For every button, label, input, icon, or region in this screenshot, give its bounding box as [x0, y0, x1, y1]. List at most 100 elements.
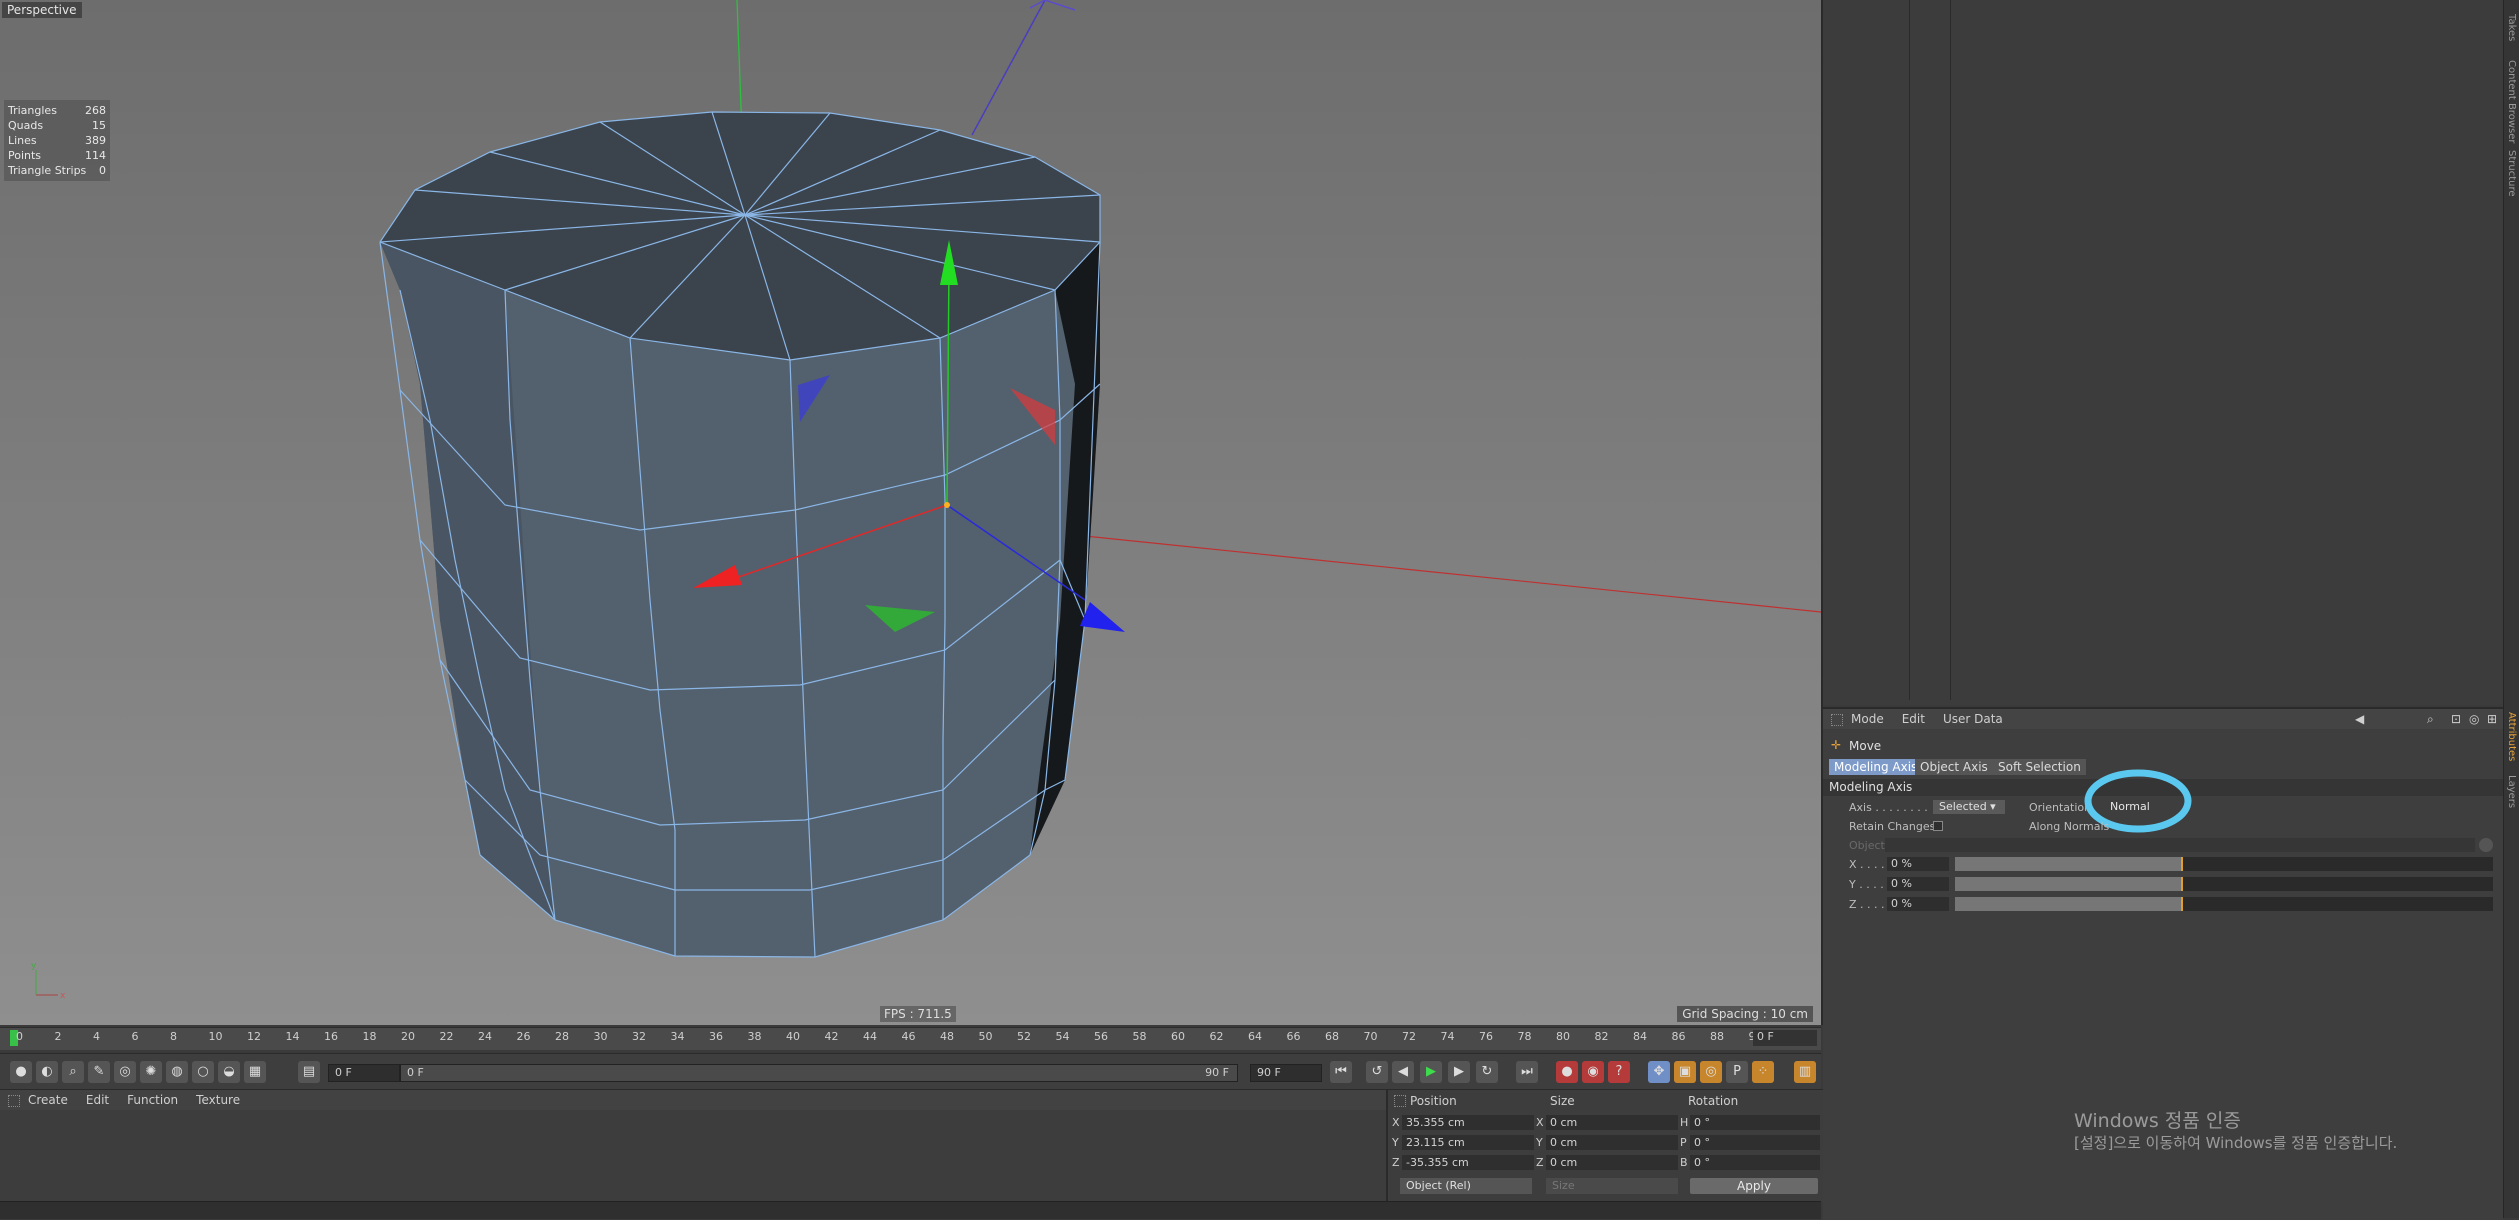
object-label: Object: [1849, 839, 1885, 852]
render-tool-icon[interactable]: ◎: [114, 1061, 136, 1083]
object-link-field[interactable]: [1885, 838, 2475, 852]
retain-changes-checkbox[interactable]: [1933, 821, 1943, 831]
scale-key-icon[interactable]: ▣: [1674, 1061, 1696, 1083]
sphere-tool-icon[interactable]: ●: [10, 1061, 32, 1083]
y-offset-field[interactable]: 0 %: [1887, 877, 1949, 891]
size-z-field[interactable]: 0 cm: [1546, 1155, 1678, 1170]
tab-soft-selection[interactable]: Soft Selection: [1993, 759, 2086, 775]
menu-texture[interactable]: Texture: [196, 1093, 240, 1107]
object-manager[interactable]: [1823, 0, 2503, 705]
goto-start-icon[interactable]: ⏮: [1330, 1061, 1352, 1083]
size-x-field[interactable]: 0 cm: [1546, 1115, 1678, 1130]
checker-tool-icon[interactable]: ◒: [218, 1061, 240, 1083]
pos-x-field[interactable]: 35.355 cm: [1402, 1115, 1534, 1130]
menu-function[interactable]: Function: [127, 1093, 178, 1107]
x-offset-field[interactable]: 0 %: [1887, 857, 1949, 871]
tab-modeling-axis[interactable]: Modeling Axis: [1829, 759, 1923, 775]
rot-h-field[interactable]: 0 °: [1690, 1115, 1820, 1130]
panel-grip-icon[interactable]: [8, 1095, 20, 1107]
z-offset-field[interactable]: 0 %: [1887, 897, 1949, 911]
rotate-key-icon[interactable]: ◎: [1700, 1061, 1722, 1083]
point-level-icon[interactable]: ⁘: [1752, 1061, 1774, 1083]
timeline-tick: 76: [1479, 1030, 1493, 1043]
menu-create[interactable]: Create: [28, 1093, 68, 1107]
end-frame-field[interactable]: 90 F: [1250, 1064, 1322, 1082]
tab-layers[interactable]: Layers: [2506, 775, 2517, 808]
grid-tool-icon[interactable]: ▦: [244, 1061, 266, 1083]
panel-grip-icon[interactable]: [1394, 1095, 1406, 1107]
menu-user-data[interactable]: User Data: [1943, 712, 2003, 726]
prev-key-icon[interactable]: ↺: [1366, 1061, 1388, 1083]
timeline-ticks: 0 2 4 6 8 10 12 14 16 18 20 22 24 26 28 30 32 34 36 38 40 42 4…: [0, 1028, 1763, 1050]
timeline-tick: 14: [285, 1030, 300, 1043]
move-key-icon[interactable]: ✥: [1648, 1061, 1670, 1083]
timeline-tick: 38: [747, 1030, 762, 1043]
back-arrow-icon[interactable]: ◀: [2355, 712, 2364, 726]
autokey-icon[interactable]: ◉: [1582, 1061, 1604, 1083]
next-key-icon[interactable]: ↻: [1476, 1061, 1498, 1083]
timeline-icon[interactable]: ▥: [1794, 1061, 1816, 1083]
current-frame-field[interactable]: 0 F: [1753, 1030, 1817, 1046]
play-icon[interactable]: ▶: [1420, 1061, 1442, 1083]
apply-button[interactable]: Apply: [1690, 1178, 1818, 1194]
timeline-tick: 48: [940, 1030, 954, 1043]
axis-dropdown[interactable]: Selected ▾: [1933, 800, 2005, 814]
menu-edit[interactable]: Edit: [1902, 712, 1925, 726]
frame-range-slider[interactable]: 0 F 90 F: [400, 1064, 1238, 1082]
material-ball-icon[interactable]: ○: [192, 1061, 214, 1083]
coordinate-mode-dropdown[interactable]: Object (Rel): [1400, 1178, 1532, 1194]
pick-object-icon[interactable]: [2479, 838, 2493, 852]
x-offset-label: X . . . .: [1849, 858, 1885, 871]
target-icon[interactable]: ◎: [2469, 712, 2479, 726]
stats-row: Quads 15: [8, 119, 106, 132]
camera-tool-icon[interactable]: ◐: [36, 1061, 58, 1083]
magnify-tool-icon[interactable]: ⌕: [62, 1061, 84, 1083]
param-key-icon[interactable]: P: [1726, 1061, 1748, 1083]
viewport-label[interactable]: Perspective: [2, 2, 82, 18]
y-offset-slider[interactable]: [1955, 877, 2493, 891]
tab-attributes[interactable]: Attributes: [2506, 712, 2517, 761]
timeline-tick: 4: [93, 1030, 100, 1043]
attribute-menu: Mode Edit User Data: [1823, 709, 2519, 729]
lock-icon[interactable]: ⊡: [2451, 712, 2461, 726]
coordinates-manager: Position Size Rotation X 35.355 cm Y 23.…: [1386, 1089, 1823, 1202]
tab-structure[interactable]: Structure: [2506, 150, 2517, 197]
rot-b-field[interactable]: 0 °: [1690, 1155, 1820, 1170]
new-panel-icon[interactable]: ⊞: [2487, 712, 2497, 726]
start-frame-field[interactable]: 0 F: [328, 1064, 400, 1082]
menu-edit[interactable]: Edit: [86, 1093, 109, 1107]
keyframe-selection-icon[interactable]: ?: [1608, 1061, 1630, 1083]
timeline-ruler[interactable]: 0 2 4 6 8 10 12 14 16 18 20 22 24 26 28 30 32 34 36 38 40 42 4…: [0, 1027, 1821, 1050]
tab-content-browser[interactable]: Content Browser: [2506, 60, 2517, 143]
light-tool-icon[interactable]: ◍: [166, 1061, 188, 1083]
paint-tool-icon[interactable]: ✎: [88, 1061, 110, 1083]
tab-object-axis[interactable]: Object Axis: [1915, 759, 1993, 775]
record-key-icon[interactable]: ●: [1556, 1061, 1578, 1083]
z-offset-slider[interactable]: [1955, 897, 2493, 911]
scene-render: y x: [31, 0, 1821, 1001]
timeline-tick: 12: [247, 1030, 261, 1043]
position-header: Position: [1410, 1094, 1457, 1108]
timeline-tick: 8: [170, 1030, 177, 1043]
column-divider[interactable]: [1909, 0, 1910, 700]
timeline-tick: 86: [1671, 1030, 1686, 1043]
keyframe-grid-icon[interactable]: ▤: [298, 1061, 320, 1083]
next-frame-icon[interactable]: ▶: [1448, 1061, 1470, 1083]
pos-y-field[interactable]: 23.115 cm: [1402, 1135, 1534, 1150]
rot-p-field[interactable]: 0 °: [1690, 1135, 1820, 1150]
panel-grip-icon[interactable]: [1831, 714, 1843, 726]
size-y-field[interactable]: 0 cm: [1546, 1135, 1678, 1150]
timeline-tick: 46: [901, 1030, 916, 1043]
pos-z-field[interactable]: -35.355 cm: [1402, 1155, 1534, 1170]
goto-end-icon[interactable]: ⏭: [1516, 1061, 1538, 1083]
tab-takes[interactable]: Takes: [2506, 14, 2517, 41]
column-divider[interactable]: [1950, 0, 1951, 700]
perspective-viewport[interactable]: y x Perspective Triangles 268 Quads 15 Lin…: [0, 0, 1823, 1025]
menu-mode[interactable]: Mode: [1851, 712, 1884, 726]
size-mode-dropdown[interactable]: Size: [1546, 1178, 1678, 1194]
search-icon[interactable]: ⌕: [2427, 712, 2434, 727]
gear-icon[interactable]: ✺: [140, 1061, 162, 1083]
x-offset-slider[interactable]: [1955, 857, 2493, 871]
prev-frame-icon[interactable]: ◀: [1392, 1061, 1414, 1083]
timeline-tick: 52: [1017, 1030, 1031, 1043]
